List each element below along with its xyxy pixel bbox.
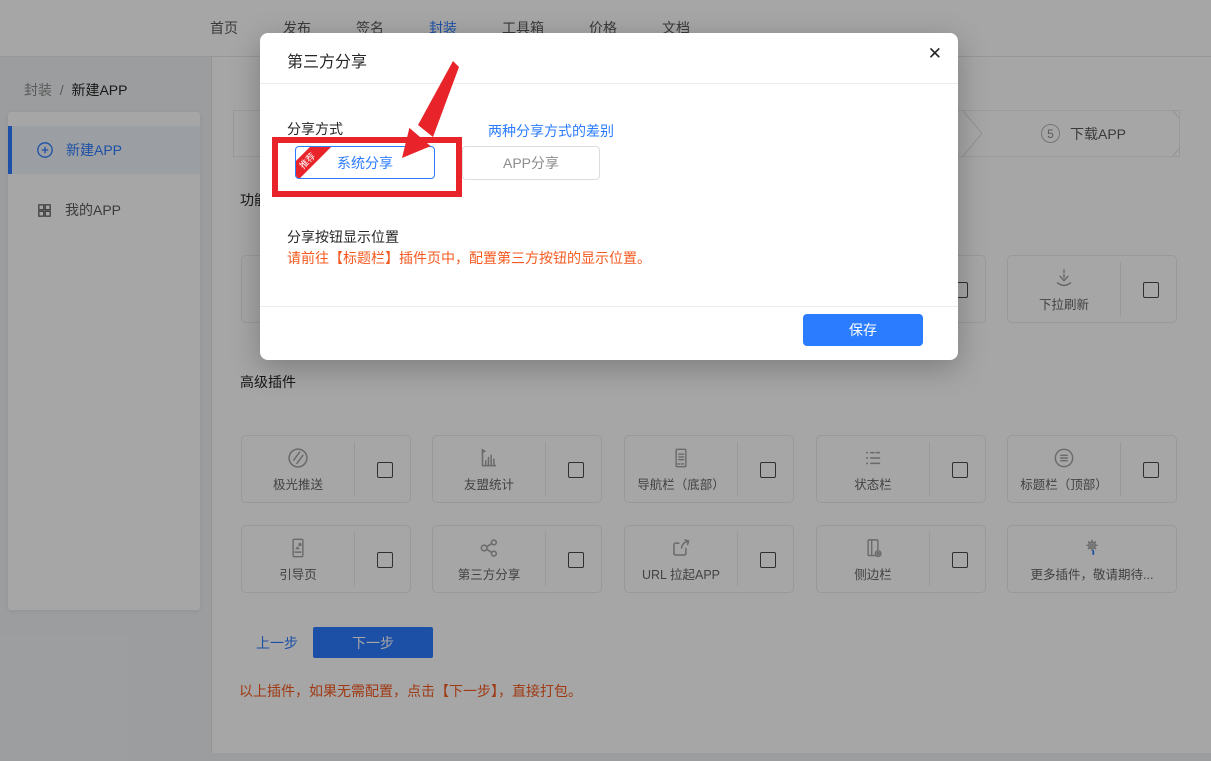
dialog-title: 第三方分享: [287, 48, 367, 72]
position-warning-text: 请前往【标题栏】插件页中，配置第三方按钮的显示位置。: [287, 248, 651, 268]
share-method-label: 分享方式: [287, 119, 343, 139]
share-button-position-label: 分享按钮显示位置: [287, 227, 399, 247]
system-share-label: 系统分享: [337, 153, 393, 173]
third-party-share-dialog: 第三方分享 ✕ 分享方式 两种分享方式的差别 推荐 系统分享 APP分享 分享按…: [260, 33, 958, 360]
recommended-badge: 推荐: [295, 146, 332, 179]
divider: [260, 83, 958, 84]
divider: [260, 306, 958, 307]
app-share-option[interactable]: APP分享: [462, 146, 600, 180]
save-button[interactable]: 保存: [803, 314, 923, 346]
share-method-diff-link[interactable]: 两种分享方式的差别: [488, 121, 614, 141]
close-icon[interactable]: ✕: [928, 45, 942, 62]
system-share-option[interactable]: 推荐 系统分享: [295, 146, 435, 179]
app-share-label: APP分享: [503, 153, 559, 173]
